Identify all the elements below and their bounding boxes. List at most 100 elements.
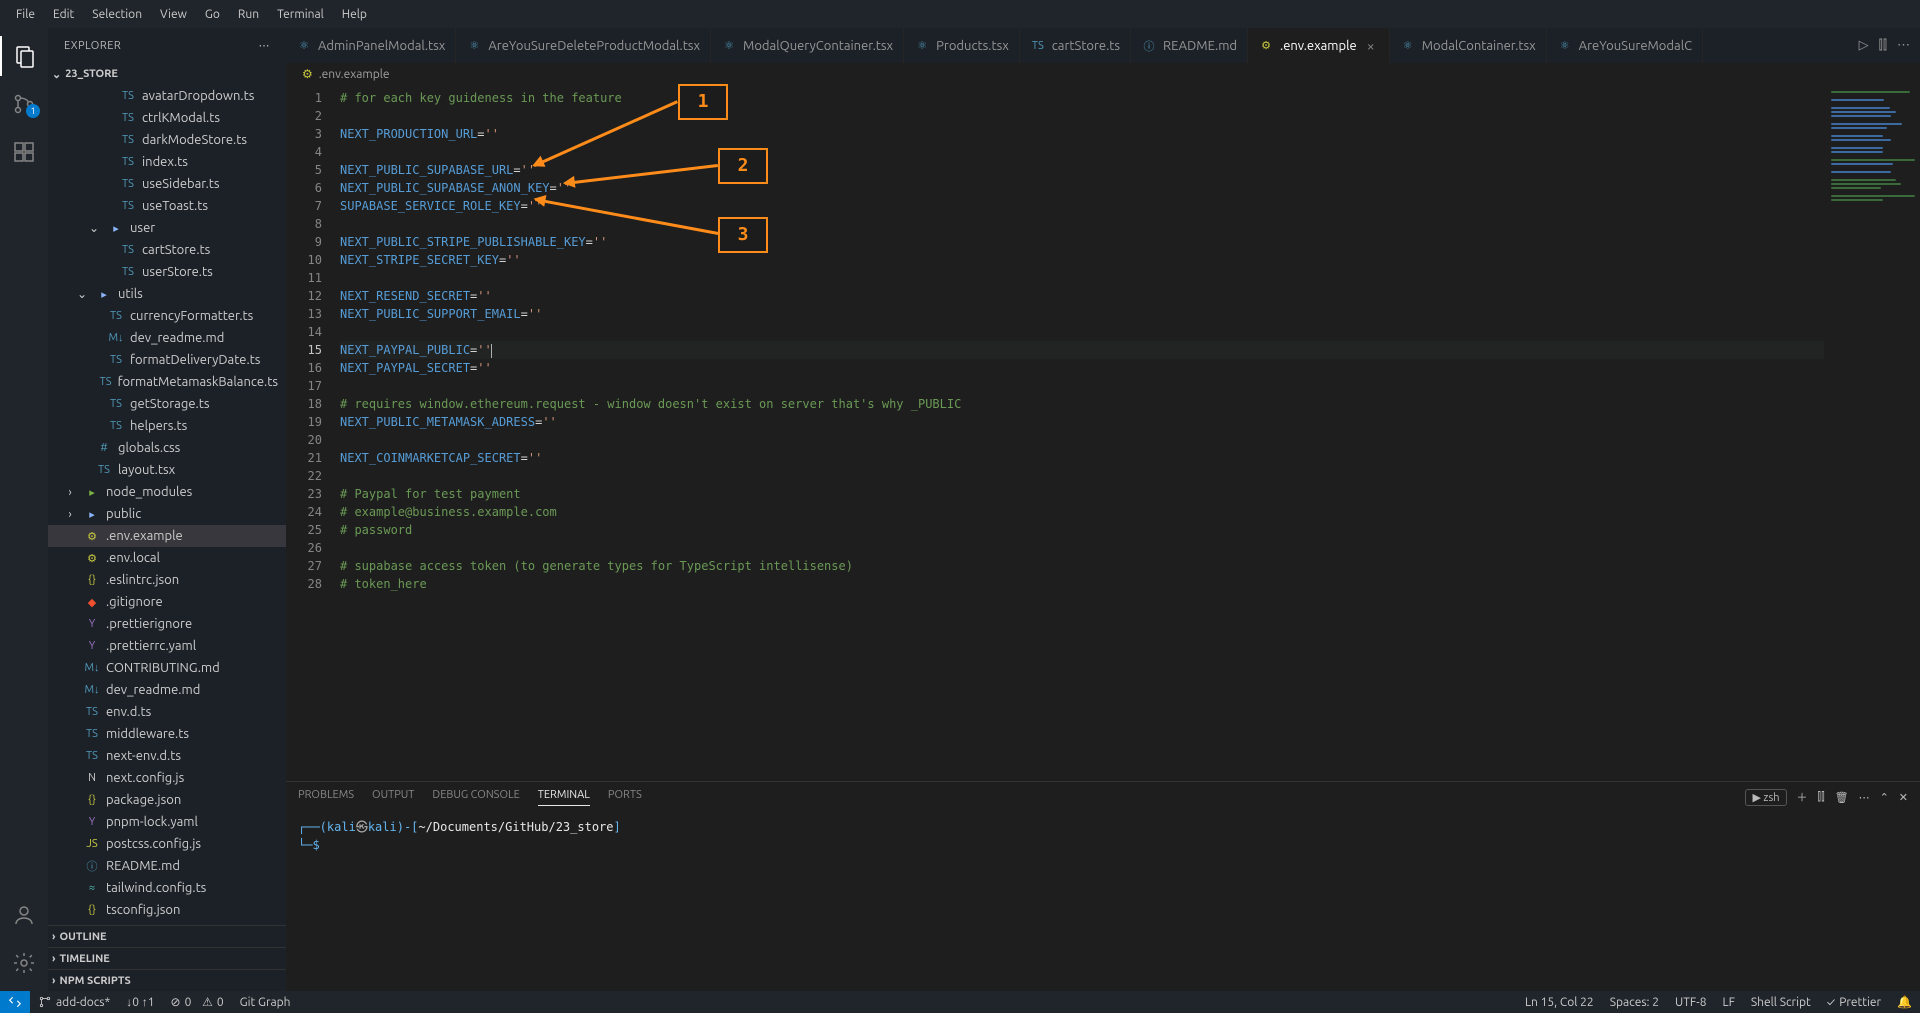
- file-darkmodestore-ts[interactable]: TSdarkModeStore.ts: [48, 129, 286, 151]
- code-line-16[interactable]: NEXT_PAYPAL_SECRET='': [340, 359, 1824, 377]
- code-line-3[interactable]: NEXT_PRODUCTION_URL='': [340, 125, 1824, 143]
- file-node-modules[interactable]: ›▸node_modules: [48, 481, 286, 503]
- code-line-10[interactable]: NEXT_STRIPE_SECRET_KEY='': [340, 251, 1824, 269]
- kill-terminal-icon[interactable]: 🗑: [1835, 791, 1849, 804]
- code-content[interactable]: # for each key guideness in the feature …: [340, 85, 1824, 781]
- run-icon[interactable]: ▷: [1859, 38, 1869, 53]
- file-ctrlkmodal-ts[interactable]: TSctrlKModal.ts: [48, 107, 286, 129]
- indent[interactable]: Spaces: 2: [1602, 996, 1667, 1009]
- problems-count[interactable]: ⊘0 ⚠0: [163, 991, 232, 1013]
- code-line-23[interactable]: # Paypal for test payment: [340, 485, 1824, 503]
- file-tsconfig-json[interactable]: {}tsconfig.json: [48, 899, 286, 921]
- minimap[interactable]: [1824, 85, 1920, 781]
- file-usetoast-ts[interactable]: TSuseToast.ts: [48, 195, 286, 217]
- code-line-24[interactable]: # example@business.example.com: [340, 503, 1824, 521]
- panel-tab-debug-console[interactable]: DEBUG CONSOLE: [432, 789, 519, 805]
- tab-products-tsx[interactable]: ⚛Products.tsx: [904, 28, 1020, 63]
- git-branch[interactable]: add-docs*: [30, 991, 118, 1013]
- more-icon[interactable]: ⋯: [1897, 38, 1910, 53]
- code-line-18[interactable]: # requires window.ethereum.request - win…: [340, 395, 1824, 413]
- file--env-local[interactable]: ⚙.env.local: [48, 547, 286, 569]
- remote-indicator[interactable]: [0, 991, 30, 1013]
- file-user[interactable]: ⌄▸user: [48, 217, 286, 239]
- file--gitignore[interactable]: ◆.gitignore: [48, 591, 286, 613]
- code-line-26[interactable]: [340, 539, 1824, 557]
- code-line-17[interactable]: [340, 377, 1824, 395]
- prettier[interactable]: ✓ Prettier: [1819, 996, 1889, 1009]
- file-formatmetamaskbalance-ts[interactable]: TSformatMetamaskBalance.ts: [48, 371, 286, 393]
- menu-terminal[interactable]: Terminal: [269, 4, 332, 25]
- file--env-example[interactable]: ⚙.env.example: [48, 525, 286, 547]
- tab-adminpanelmodal-tsx[interactable]: ⚛AdminPanelModal.tsx: [286, 28, 456, 63]
- code-line-2[interactable]: [340, 107, 1824, 125]
- tab-areyousuredeleteproductmodal-tsx[interactable]: ⚛AreYouSureDeleteProductModal.tsx: [456, 28, 711, 63]
- encoding[interactable]: UTF-8: [1667, 996, 1714, 1009]
- maximize-icon[interactable]: ⌃: [1880, 791, 1889, 804]
- file-helpers-ts[interactable]: TShelpers.ts: [48, 415, 286, 437]
- file--prettierrc-yaml[interactable]: Y.prettierrc.yaml: [48, 635, 286, 657]
- git-sync[interactable]: ↓0 ↑1: [118, 991, 162, 1013]
- file-package-json[interactable]: {}package.json: [48, 789, 286, 811]
- tab-cartstore-ts[interactable]: TScartStore.ts: [1020, 28, 1131, 63]
- file-layout-tsx[interactable]: TSlayout.tsx: [48, 459, 286, 481]
- menu-selection[interactable]: Selection: [84, 4, 150, 25]
- code-line-7[interactable]: SUPABASE_SERVICE_ROLE_KEY='': [340, 197, 1824, 215]
- settings-gear-icon[interactable]: [0, 943, 48, 983]
- code-line-25[interactable]: # password: [340, 521, 1824, 539]
- section-outline[interactable]: ›OUTLINE: [48, 925, 286, 947]
- code-line-20[interactable]: [340, 431, 1824, 449]
- cursor-position[interactable]: Ln 15, Col 22: [1517, 996, 1602, 1009]
- code-line-4[interactable]: [340, 143, 1824, 161]
- tab--env-example[interactable]: ⚙.env.example×: [1248, 28, 1390, 63]
- menu-view[interactable]: View: [152, 4, 195, 25]
- panel-tab-output[interactable]: OUTPUT: [372, 789, 414, 805]
- file--eslintrc-json[interactable]: {}.eslintrc.json: [48, 569, 286, 591]
- file--prettierignore[interactable]: Y.prettierignore: [48, 613, 286, 635]
- split-terminal-icon[interactable]: ⫿⫿: [1818, 791, 1825, 804]
- file-cartstore-ts[interactable]: TScartStore.ts: [48, 239, 286, 261]
- explorer-icon[interactable]: [0, 36, 48, 76]
- section-timeline[interactable]: ›TIMELINE: [48, 947, 286, 969]
- file-userstore-ts[interactable]: TSuserStore.ts: [48, 261, 286, 283]
- file-tailwind-config-ts[interactable]: ≈tailwind.config.ts: [48, 877, 286, 899]
- close-panel-icon[interactable]: ✕: [1899, 791, 1908, 804]
- file-avatardropdown-ts[interactable]: TSavatarDropdown.ts: [48, 85, 286, 107]
- panel-tab-ports[interactable]: PORTS: [608, 789, 642, 805]
- section-npm-scripts[interactable]: ›NPM SCRIPTS: [48, 969, 286, 991]
- code-line-19[interactable]: NEXT_PUBLIC_METAMASK_ADRESS='': [340, 413, 1824, 431]
- shell-label[interactable]: ▶ zsh: [1745, 789, 1786, 806]
- file-usesidebar-ts[interactable]: TSuseSidebar.ts: [48, 173, 286, 195]
- file-pnpm-lock-yaml[interactable]: Ypnpm-lock.yaml: [48, 811, 286, 833]
- file-globals-css[interactable]: #globals.css: [48, 437, 286, 459]
- file-currencyformatter-ts[interactable]: TScurrencyFormatter.ts: [48, 305, 286, 327]
- more-icon[interactable]: ⋯: [1859, 791, 1870, 804]
- panel-tab-problems[interactable]: PROBLEMS: [298, 789, 354, 805]
- tab-modalcontainer-tsx[interactable]: ⚛ModalContainer.tsx: [1390, 28, 1547, 63]
- extensions-icon[interactable]: [0, 132, 48, 172]
- code-line-11[interactable]: [340, 269, 1824, 287]
- file-readme-md[interactable]: ⓘREADME.md: [48, 855, 286, 877]
- code-line-5[interactable]: NEXT_PUBLIC_SUPABASE_URL='': [340, 161, 1824, 179]
- file-dev-readme-md[interactable]: M↓dev_readme.md: [48, 327, 286, 349]
- code-line-6[interactable]: NEXT_PUBLIC_SUPABASE_ANON_KEY='': [340, 179, 1824, 197]
- file-postcss-config-js[interactable]: JSpostcss.config.js: [48, 833, 286, 855]
- file-formatdeliverydate-ts[interactable]: TSformatDeliveryDate.ts: [48, 349, 286, 371]
- code-line-22[interactable]: [340, 467, 1824, 485]
- tab-modalquerycontainer-tsx[interactable]: ⚛ModalQueryContainer.tsx: [711, 28, 904, 63]
- code-line-12[interactable]: NEXT_RESEND_SECRET='': [340, 287, 1824, 305]
- code-line-8[interactable]: [340, 215, 1824, 233]
- tab-areyousuremodalc[interactable]: ⚛AreYouSureModalC: [1547, 28, 1703, 63]
- code-line-14[interactable]: [340, 323, 1824, 341]
- menu-edit[interactable]: Edit: [45, 4, 82, 25]
- code-line-27[interactable]: # supabase access token (to generate typ…: [340, 557, 1824, 575]
- file-public[interactable]: ›▸public: [48, 503, 286, 525]
- code-line-21[interactable]: NEXT_COINMARKETCAP_SECRET='': [340, 449, 1824, 467]
- menu-run[interactable]: Run: [230, 4, 267, 25]
- folder-root[interactable]: ⌄23_STORE: [48, 63, 286, 85]
- notifications-icon[interactable]: 🔔: [1889, 995, 1920, 1009]
- terminal-content[interactable]: ┌──(kali㉿kali)-[~/Documents/GitHub/23_st…: [286, 812, 1920, 991]
- file-next-env-d-ts[interactable]: TSnext-env.d.ts: [48, 745, 286, 767]
- git-graph[interactable]: Git Graph: [232, 991, 299, 1013]
- panel-tab-terminal[interactable]: TERMINAL: [538, 789, 590, 806]
- code-line-13[interactable]: NEXT_PUBLIC_SUPPORT_EMAIL='': [340, 305, 1824, 323]
